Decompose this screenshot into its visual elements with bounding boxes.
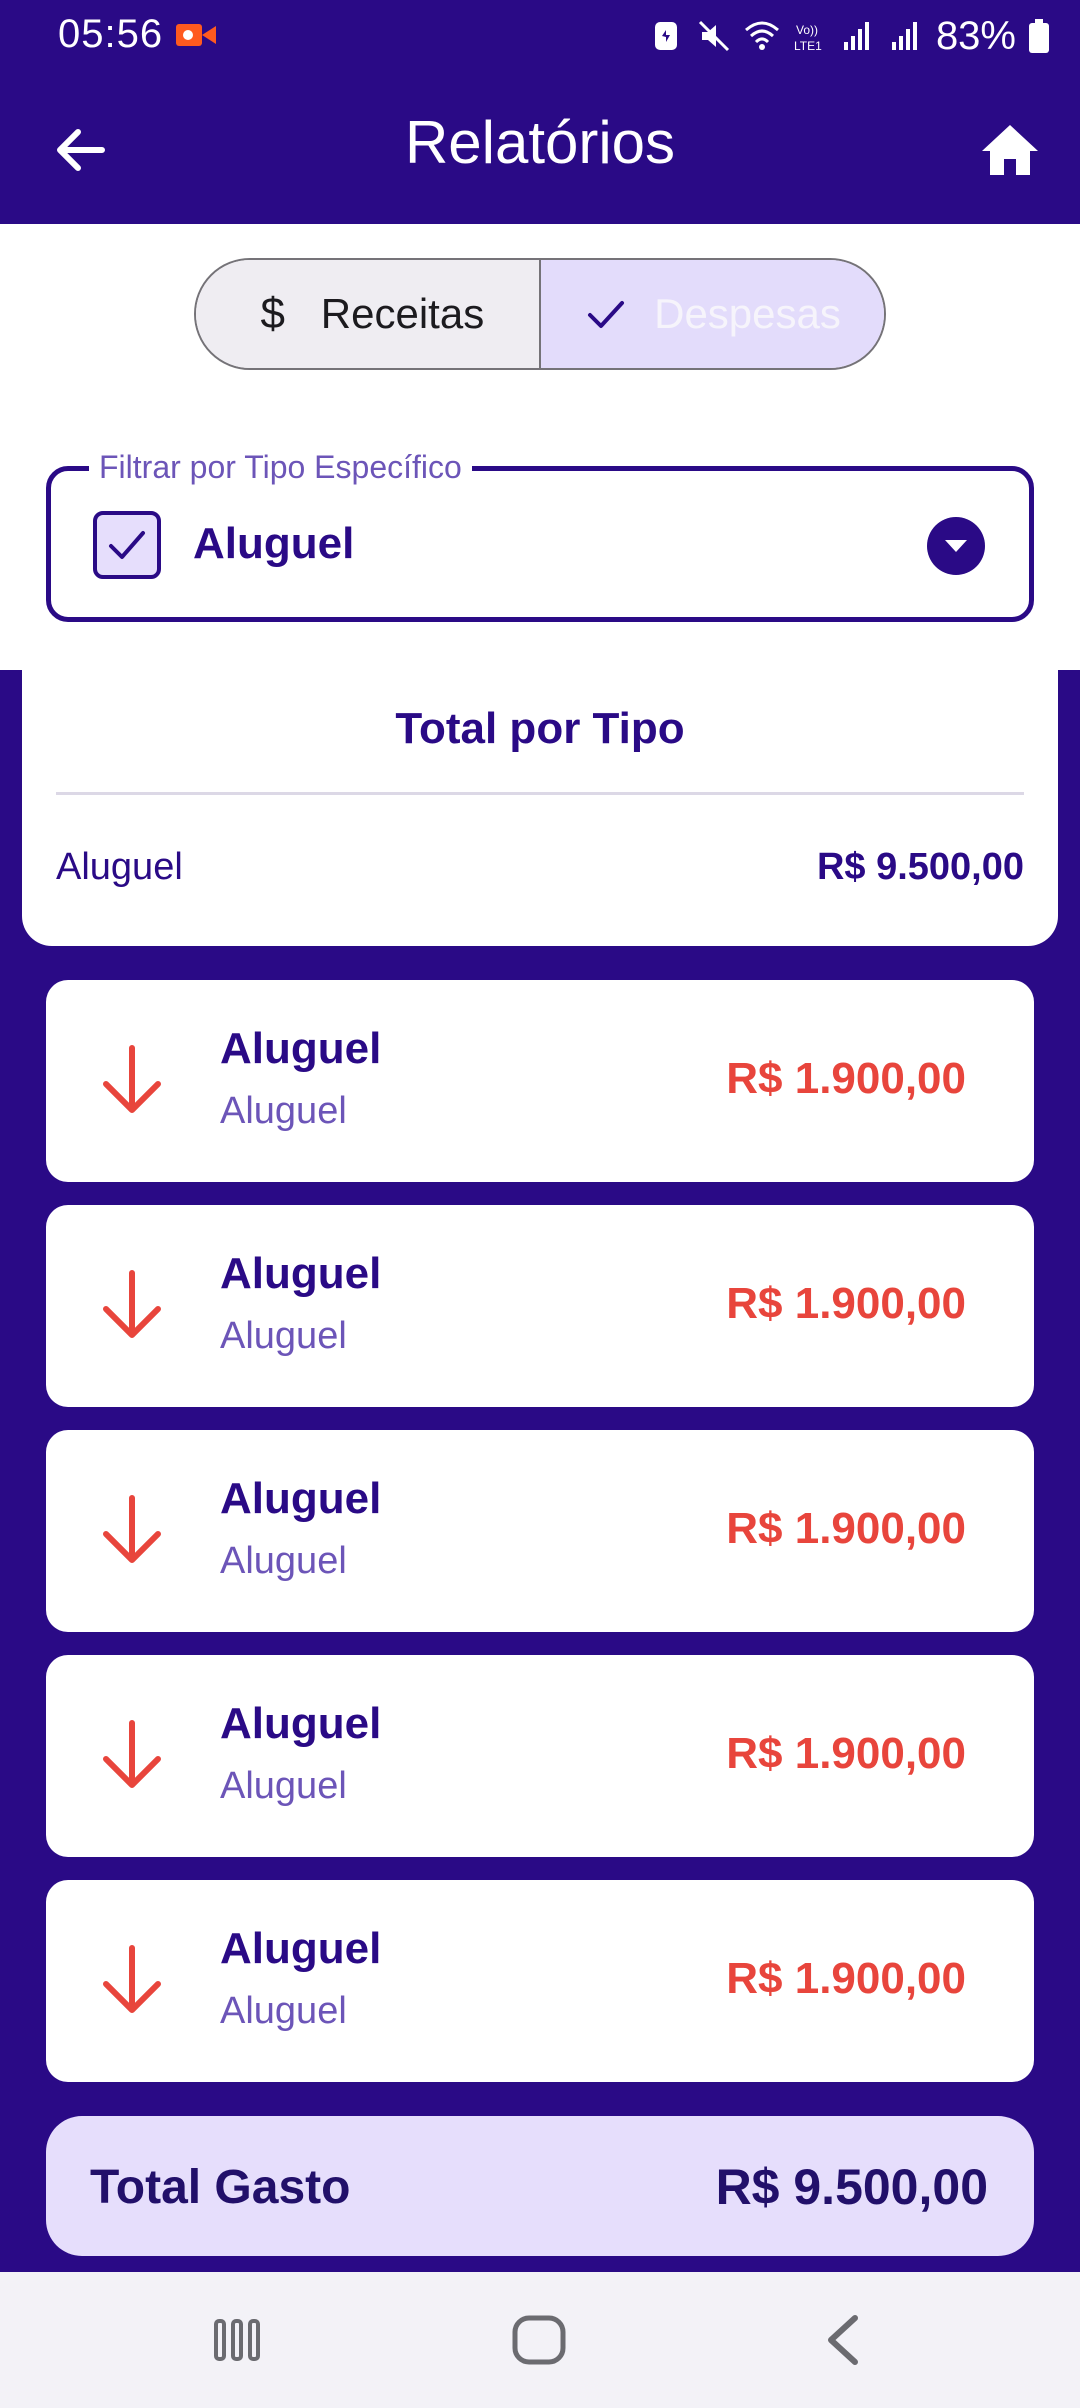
checkbox-check-icon — [109, 531, 145, 559]
transaction-item[interactable]: Aluguel Aluguel R$ 1.900,00 — [46, 1205, 1034, 1407]
total-amount: R$ 9.500,00 — [715, 2159, 988, 2215]
app-bar: Relatórios — [0, 72, 1080, 224]
arrow-down-icon — [103, 1495, 161, 1563]
volte-icon: Vo)) LTE1 — [794, 23, 822, 53]
transaction-title: Aluguel — [220, 1249, 382, 1298]
transaction-amount: R$ 1.900,00 — [726, 1954, 966, 2003]
mute-icon — [698, 20, 729, 52]
summary-row-amount: R$ 9.500,00 — [816, 846, 1024, 888]
signal-icon — [843, 22, 869, 50]
page-title: Relatórios — [404, 109, 676, 176]
filter-value: Aluguel — [193, 519, 355, 568]
transaction-item[interactable]: Aluguel Aluguel R$ 1.900,00 — [46, 1655, 1034, 1857]
transaction-title: Aluguel — [220, 1474, 382, 1523]
arrow-down-icon — [103, 1945, 161, 2013]
arrow-down-icon — [103, 1270, 161, 1338]
back-nav-icon — [828, 2315, 858, 2365]
transaction-amount: R$ 1.900,00 — [726, 1504, 966, 1553]
transaction-item[interactable]: Aluguel Aluguel R$ 1.900,00 — [46, 980, 1034, 1182]
transaction-item[interactable]: Aluguel Aluguel R$ 1.900,00 — [46, 1880, 1034, 2082]
dropdown-button[interactable] — [927, 517, 985, 575]
summary-divider — [56, 792, 1024, 795]
summary-card: Total por Tipo Aluguel R$ 9.500,00 — [22, 668, 1058, 946]
svg-text:Vo)): Vo)) — [796, 23, 818, 37]
filter-checkbox[interactable] — [93, 511, 161, 579]
battery-icon — [1029, 19, 1049, 53]
transaction-subtitle: Aluguel — [220, 1990, 347, 2032]
transaction-title: Aluguel — [220, 1699, 382, 1748]
arrow-down-icon — [103, 1720, 161, 1788]
caret-down-icon — [945, 540, 967, 552]
dollar-icon: $ — [260, 289, 286, 338]
signal-icon-2 — [891, 22, 917, 50]
transaction-subtitle: Aluguel — [220, 1540, 347, 1582]
total-card: Total Gasto R$ 9.500,00 — [46, 2116, 1034, 2256]
total-label: Total Gasto — [90, 2161, 351, 2214]
transaction-title: Aluguel — [220, 1924, 382, 1973]
filter-section: $ Receitas Despesas Filtrar por Tipo Esp… — [0, 224, 1080, 670]
transaction-subtitle: Aluguel — [220, 1765, 347, 1807]
recording-icon — [176, 24, 216, 46]
transaction-amount: R$ 1.900,00 — [726, 1279, 966, 1328]
data-saver-icon — [654, 22, 677, 50]
svg-text:LTE1: LTE1 — [794, 39, 822, 53]
transaction-amount: R$ 1.900,00 — [726, 1054, 966, 1103]
transaction-list: Aluguel Aluguel R$ 1.900,00 Aluguel Alug… — [46, 980, 1034, 2105]
wifi-icon — [744, 21, 779, 50]
filter-label: Filtrar por Tipo Específico — [89, 449, 472, 486]
segment-receitas[interactable]: $ Receitas — [196, 260, 541, 368]
transaction-amount: R$ 1.900,00 — [726, 1729, 966, 1778]
type-segmented-control: $ Receitas Despesas — [194, 258, 886, 370]
home-icon — [982, 125, 1038, 175]
back-nav-button[interactable] — [798, 2302, 888, 2378]
type-filter-dropdown[interactable]: Filtrar por Tipo Específico Aluguel — [46, 449, 1034, 622]
arrow-down-icon — [103, 1045, 161, 1113]
summary-title: Total por Tipo — [395, 704, 685, 753]
system-nav-bar — [0, 2272, 1080, 2408]
segment-receitas-label: Receitas — [320, 290, 485, 337]
home-button[interactable] — [970, 110, 1050, 190]
home-nav-button[interactable] — [494, 2302, 584, 2378]
check-icon — [588, 301, 625, 328]
transaction-subtitle: Aluguel — [220, 1090, 347, 1132]
status-icons: Vo)) LTE1 83% — [648, 12, 1050, 60]
summary-row-label: Aluguel — [56, 846, 183, 888]
recents-button[interactable] — [192, 2302, 282, 2378]
transaction-item[interactable]: Aluguel Aluguel R$ 1.900,00 — [46, 1430, 1034, 1632]
segment-despesas-label: Despesas — [654, 290, 841, 337]
status-bar: 05:56 Vo)) LTE1 83% — [0, 0, 1080, 72]
segment-despesas[interactable]: Despesas — [541, 260, 884, 368]
transaction-subtitle: Aluguel — [220, 1315, 347, 1357]
home-nav-icon — [512, 2315, 566, 2365]
recents-icon — [214, 2319, 260, 2361]
status-time: 05:56 — [58, 12, 164, 56]
transaction-title: Aluguel — [220, 1024, 382, 1073]
battery-percent: 83% — [935, 13, 1016, 58]
